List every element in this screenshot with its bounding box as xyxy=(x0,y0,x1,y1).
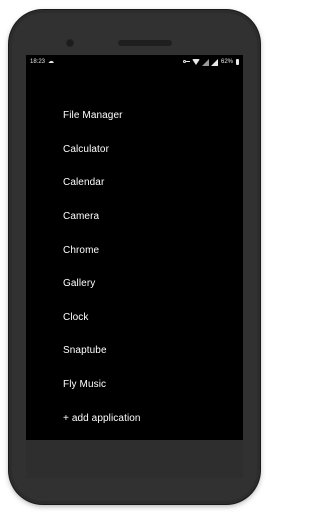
battery-icon xyxy=(236,59,239,65)
cast-icon: ☁ xyxy=(48,59,54,65)
app-item-clock[interactable]: Clock xyxy=(63,312,89,323)
app-item-fly-music[interactable]: Fly Music xyxy=(63,379,106,390)
earpiece-speaker xyxy=(118,40,172,46)
signal-icon xyxy=(210,58,218,66)
battery-percent: 62% xyxy=(220,59,233,65)
status-icons: 62% xyxy=(182,58,239,66)
navigation-bar xyxy=(26,440,243,478)
app-item-snaptube[interactable]: Snaptube xyxy=(63,345,107,356)
app-item-calendar[interactable]: Calendar xyxy=(63,177,104,188)
app-item-camera[interactable]: Camera xyxy=(63,211,99,222)
front-camera-icon xyxy=(66,39,74,47)
app-item-gallery[interactable]: Gallery xyxy=(63,278,95,289)
launcher-screen: 18:23 ☁ 62% File Manager Calculator Cale… xyxy=(26,55,243,440)
wifi-icon xyxy=(191,59,200,65)
status-bar: 18:23 ☁ 62% xyxy=(26,55,243,69)
app-item-file-manager[interactable]: File Manager xyxy=(63,110,123,121)
app-item-calculator[interactable]: Calculator xyxy=(63,144,109,155)
key-icon xyxy=(182,60,190,64)
app-item-chrome[interactable]: Chrome xyxy=(63,245,99,256)
add-application-button[interactable]: + add application xyxy=(63,413,141,424)
signal-icon xyxy=(201,58,209,66)
status-time: 18:23 xyxy=(30,59,46,65)
